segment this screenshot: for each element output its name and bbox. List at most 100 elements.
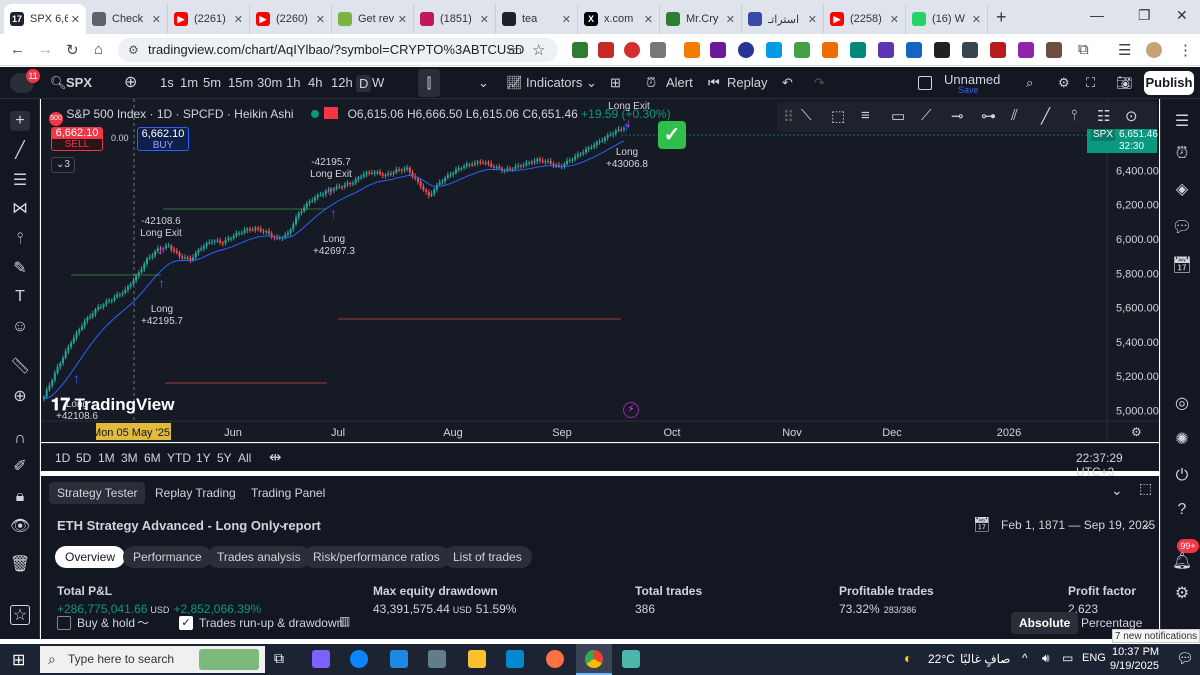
drag-handle-icon[interactable]: ⠿ bbox=[783, 108, 794, 126]
subtab-trades-analysis[interactable]: Trades analysis bbox=[207, 546, 311, 568]
extension-icon[interactable] bbox=[766, 42, 782, 58]
range-6m[interactable]: 6M bbox=[144, 451, 161, 465]
browser-tab[interactable]: ▶ (2258) ✕ bbox=[824, 4, 906, 34]
notifications-toast[interactable]: 7 new notifications bbox=[1112, 629, 1200, 643]
layers-icon[interactable]: ◈ bbox=[1171, 179, 1193, 201]
trash-icon[interactable]: 🗑︎ bbox=[10, 555, 30, 575]
fullscreen-icon[interactable]: ⛶ bbox=[1086, 75, 1095, 91]
symbol-search-icon[interactable]: 🔍︎ bbox=[50, 75, 67, 91]
calendar-icon[interactable]: 📅︎ bbox=[1171, 255, 1193, 277]
undo-icon[interactable]: ↶ bbox=[782, 75, 793, 91]
alerts-clock-icon[interactable]: ⏰︎ bbox=[1171, 143, 1193, 165]
emoji-icon[interactable]: ☺ bbox=[10, 317, 30, 337]
interval-15m[interactable]: 15m bbox=[228, 75, 253, 90]
extension-icon[interactable] bbox=[710, 42, 726, 58]
extensions-puzzle-icon[interactable]: ⧉ bbox=[1078, 41, 1089, 58]
tab-close-icon[interactable]: ✕ bbox=[71, 13, 80, 26]
interval-30m[interactable]: 30m bbox=[257, 75, 282, 90]
calendar-icon[interactable]: 📅︎ bbox=[973, 516, 991, 533]
file-explorer-icon[interactable] bbox=[468, 650, 486, 668]
maximize-icon[interactable]: ❐ bbox=[1138, 0, 1151, 30]
compare-add-icon[interactable]: ⊕ bbox=[124, 72, 137, 92]
symbol-name[interactable]: SPX bbox=[66, 75, 92, 90]
browser-tab[interactable]: ▶ (2261) ✕ bbox=[168, 4, 250, 34]
notifications-bell-icon[interactable]: 🔔︎ bbox=[1171, 551, 1193, 573]
interval-1m[interactable]: 1m bbox=[180, 75, 198, 90]
browser-tab[interactable]: استراتـ ✕ bbox=[742, 4, 824, 34]
pitchfork-icon[interactable]: ☷ bbox=[1097, 107, 1110, 125]
speaker-icon[interactable]: 🔊︎ bbox=[1042, 651, 1050, 666]
quick-search-icon[interactable]: ⌕ bbox=[1026, 75, 1033, 91]
interval-1h[interactable]: 1h bbox=[286, 75, 300, 90]
browser-tab[interactable]: Get rev ✕ bbox=[332, 4, 414, 34]
metamask-icon[interactable] bbox=[684, 42, 700, 58]
tab-close-icon[interactable]: ✕ bbox=[152, 13, 161, 26]
cast-icon[interactable]: ▭ bbox=[508, 41, 522, 59]
subtab-overview[interactable]: Overview bbox=[55, 546, 126, 568]
extension-icon[interactable] bbox=[878, 42, 894, 58]
text-tool-icon[interactable]: T bbox=[10, 287, 30, 307]
object-tree-star-icon[interactable]: ☆ bbox=[10, 605, 30, 625]
legend-title[interactable]: S&P 500 Index · 1D · SPCFD · Heikin Ashi bbox=[66, 107, 293, 121]
subtab-list-of-trades[interactable]: List of trades bbox=[443, 546, 532, 568]
calculator-icon[interactable] bbox=[428, 650, 446, 668]
reload-icon[interactable]: ↻ bbox=[66, 41, 79, 59]
date-range-icon[interactable]: ⇹ bbox=[269, 448, 282, 466]
alert-clock-icon[interactable]: ⏰︎ bbox=[646, 75, 656, 91]
extension-icon[interactable] bbox=[906, 42, 922, 58]
site-info-icon[interactable]: ⚙ bbox=[128, 38, 139, 62]
action-center-icon[interactable]: 💬︎ bbox=[1176, 650, 1194, 667]
browser-tab[interactable]: (1851) ✕ bbox=[414, 4, 496, 34]
crosshair-icon[interactable]: + bbox=[10, 111, 30, 131]
tab-close-icon[interactable]: ✕ bbox=[808, 13, 817, 26]
browser-tab[interactable]: tea ✕ bbox=[496, 4, 578, 34]
horizontal-ray-icon[interactable]: ⊸ bbox=[951, 107, 964, 125]
extension-icon[interactable] bbox=[738, 42, 754, 58]
task-view-icon[interactable]: ⧉ bbox=[274, 650, 284, 667]
tab-close-icon[interactable]: ✕ bbox=[316, 13, 325, 26]
tab-close-icon[interactable]: ✕ bbox=[562, 13, 571, 26]
extension-icon[interactable] bbox=[1018, 42, 1034, 58]
shield-extension-icon[interactable] bbox=[624, 42, 640, 58]
chevron-down-icon[interactable]: ⌄ bbox=[1141, 516, 1152, 532]
screenshot-camera-icon[interactable]: 📷︎ bbox=[1116, 75, 1133, 91]
interval-W[interactable]: W bbox=[372, 75, 384, 90]
bookmark-star-icon[interactable]: ☆ bbox=[532, 41, 545, 59]
pattern-icon[interactable]: ⋈ bbox=[10, 199, 30, 219]
alert-button[interactable]: Alert bbox=[666, 75, 693, 90]
range-1y[interactable]: 1Y bbox=[196, 451, 211, 465]
profile-avatar[interactable] bbox=[1146, 42, 1162, 58]
taskbar-date[interactable]: 9/19/2025 bbox=[1110, 660, 1159, 672]
range-5y[interactable]: 5Y bbox=[217, 451, 232, 465]
subtab-performance[interactable]: Performance bbox=[123, 546, 212, 568]
extension-icon[interactable] bbox=[572, 42, 588, 58]
mail-icon[interactable] bbox=[390, 650, 408, 668]
help-icon[interactable]: ? bbox=[1171, 499, 1193, 521]
eye-icon[interactable]: 👁︎ bbox=[10, 517, 30, 537]
ruler-icon[interactable]: 📏︎ bbox=[10, 357, 30, 377]
tray-chevron-icon[interactable]: ^ bbox=[1022, 651, 1028, 665]
sell-button[interactable]: 6,662.10 SELL bbox=[51, 127, 103, 151]
horizontal-line-icon[interactable]: ⊶ bbox=[981, 107, 996, 125]
interval-1s[interactable]: 1s bbox=[160, 75, 174, 90]
subtab-risk-performance-ratios[interactable]: Risk/performance ratios bbox=[303, 546, 450, 568]
range-1m[interactable]: 1M bbox=[98, 451, 115, 465]
range-3m[interactable]: 3M bbox=[121, 451, 138, 465]
tab-close-icon[interactable]: ✕ bbox=[234, 13, 243, 26]
callout-tool-icon[interactable]: ▭ bbox=[891, 107, 905, 125]
edge-icon[interactable] bbox=[350, 650, 368, 668]
panel-tab-strategy-tester[interactable]: Strategy Tester bbox=[49, 482, 146, 504]
streams-icon[interactable]: ⏻ bbox=[1171, 465, 1193, 487]
new-tab-button[interactable]: + bbox=[996, 7, 1007, 28]
vertical-line-icon[interactable]: ⫯ bbox=[1071, 107, 1078, 124]
range-5d[interactable]: 5D bbox=[76, 451, 91, 465]
magnet-icon[interactable]: ∩ bbox=[10, 429, 30, 449]
windows-start-icon[interactable]: ⊞ bbox=[12, 650, 25, 670]
indicators-button[interactable]: Indicators bbox=[526, 75, 582, 90]
browser-tab[interactable]: Mr.Cry ✕ bbox=[660, 4, 742, 34]
axis-settings-icon[interactable]: ⚙ bbox=[1131, 425, 1142, 439]
taskbar-time[interactable]: 10:37 PM bbox=[1112, 646, 1159, 658]
panel-tab-replay-trading[interactable]: Replay Trading bbox=[147, 482, 244, 504]
chevron-down-icon[interactable]: ⌄ bbox=[277, 516, 288, 532]
range-1d[interactable]: 1D bbox=[55, 451, 70, 465]
